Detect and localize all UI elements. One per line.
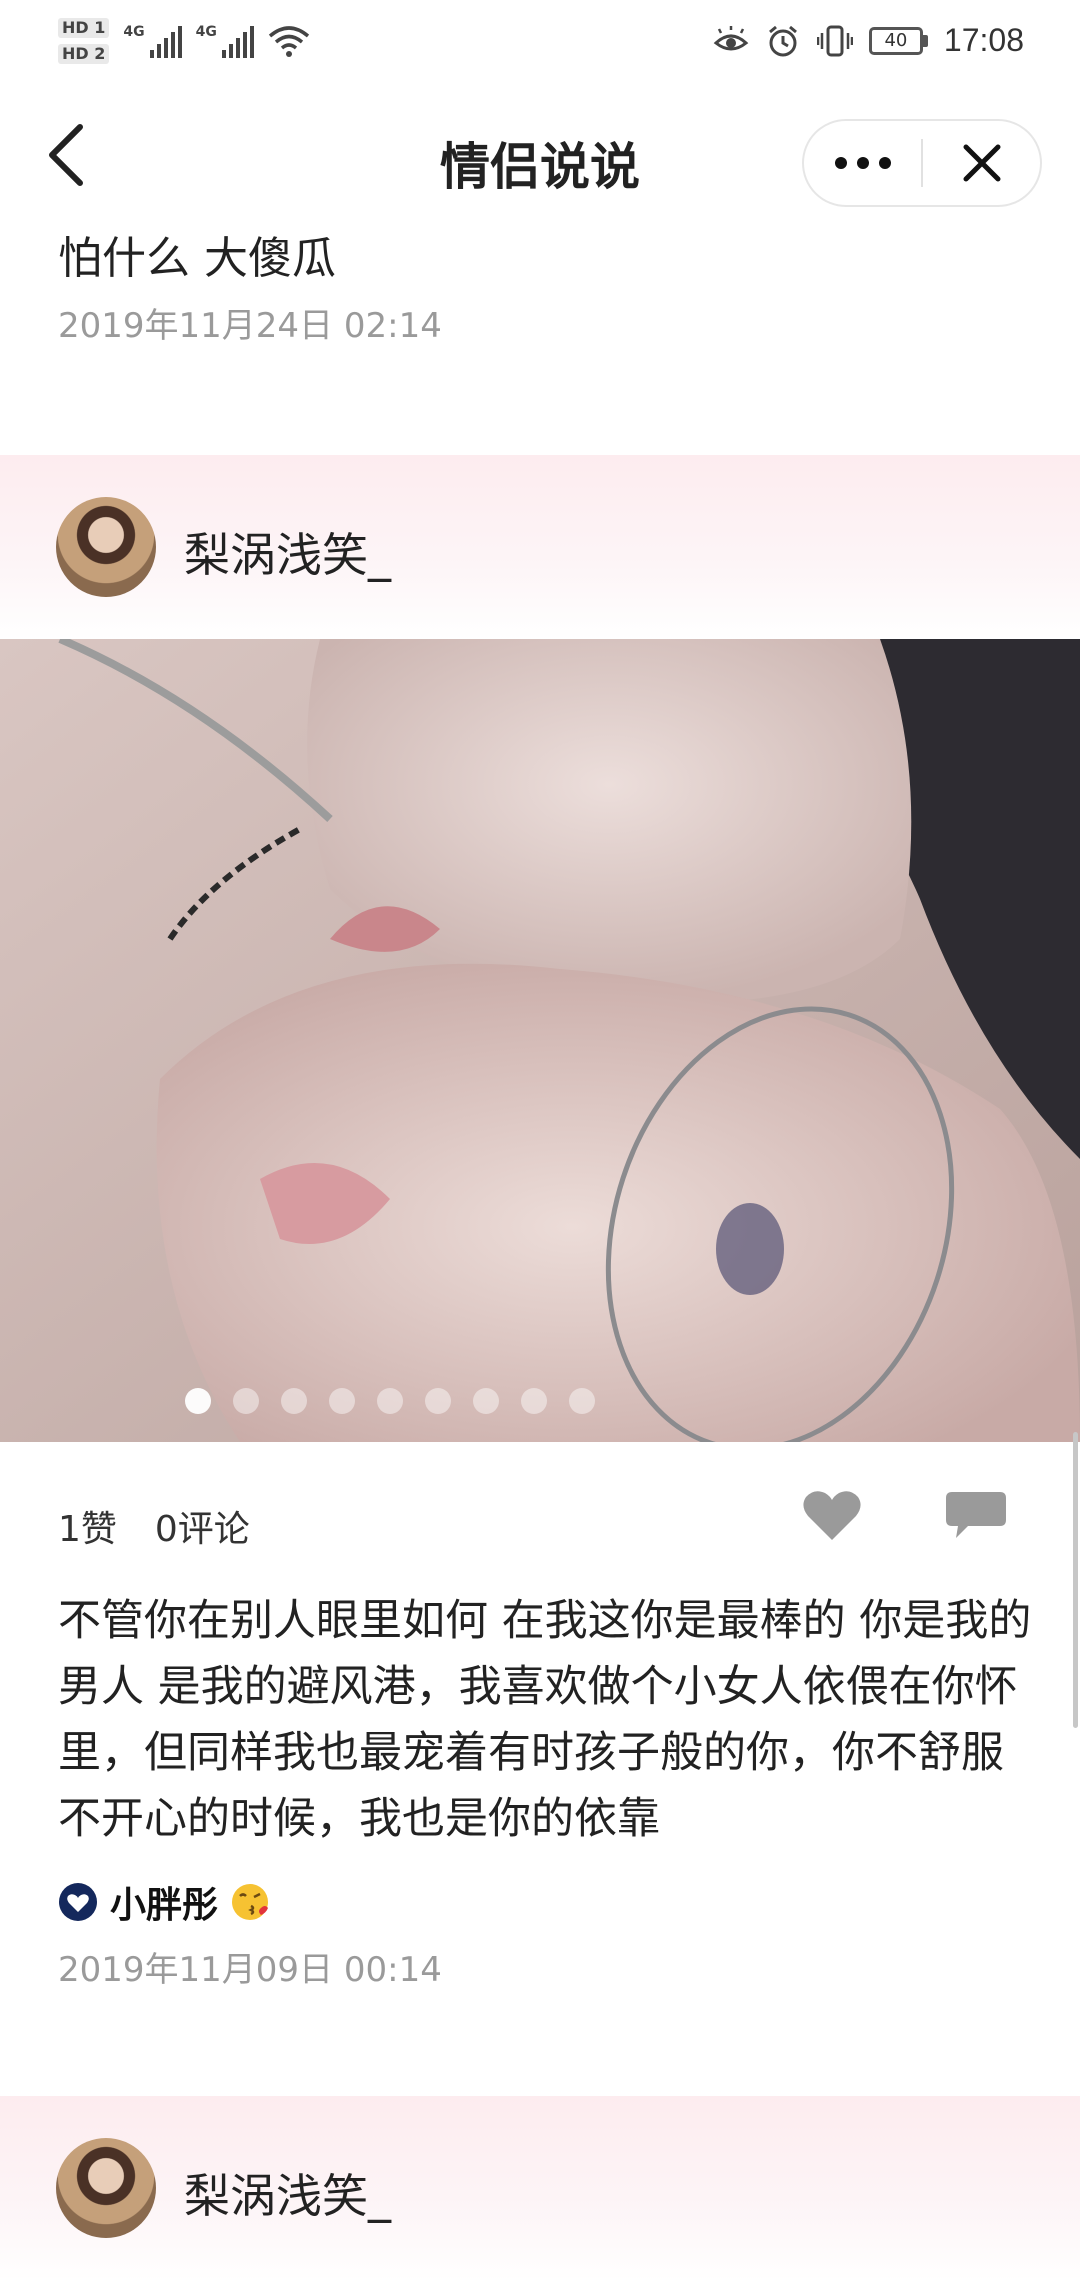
pager-dot[interactable] (521, 1388, 547, 1414)
heart-icon (803, 1491, 861, 1540)
pager-dot[interactable] (329, 1388, 355, 1414)
pager-dot[interactable] (569, 1388, 595, 1414)
more-button[interactable] (804, 121, 921, 205)
status-bar: HD 1 HD 2 4G 4G 40 17:08 (0, 0, 1080, 95)
comment-count: 0评论 (154, 1509, 250, 1550)
post-photo[interactable] (0, 639, 1080, 1442)
liked-heart-icon (59, 1883, 97, 1921)
carousel-pager (0, 1388, 930, 1414)
close-icon (963, 144, 1000, 182)
prev-post-date: 2019年11月24日 02:14 (58, 306, 442, 346)
more-dots-icon (834, 157, 891, 169)
liked-by: 小胖彤 (58, 1876, 270, 1928)
avatar[interactable] (56, 2138, 156, 2238)
pager-dot[interactable] (233, 1388, 259, 1414)
post-text: 不管你在别人眼里如何 在我这你是最棒的 你是我的男人 是我的避风港，我喜欢做个小… (58, 1596, 1032, 1844)
sim-indicators: HD 1 HD 2 (58, 18, 110, 64)
author-name[interactable]: 梨涡浅笑_ (184, 2160, 391, 2226)
signal-1-icon: 4G (123, 24, 182, 58)
alarm-icon (768, 25, 797, 56)
comment-button[interactable] (944, 1486, 1008, 1544)
battery-icon: 40 (868, 26, 928, 55)
pager-dot[interactable] (281, 1388, 307, 1414)
avatar[interactable] (56, 497, 156, 597)
wifi-icon (268, 26, 309, 57)
eye-comfort-icon (713, 25, 749, 50)
scrollbar[interactable] (1073, 1432, 1078, 1728)
status-right: 40 17:08 (713, 22, 1024, 59)
close-button[interactable] (923, 121, 1040, 205)
sim2-label: HD 2 (58, 44, 110, 64)
post-date: 2019年11月09日 00:14 (58, 1950, 442, 1990)
post-stats: 1赞 0评论 (58, 1500, 250, 1552)
clock: 17:08 (943, 22, 1024, 58)
pager-dot[interactable] (377, 1388, 403, 1414)
kiss-emoji-icon (232, 1884, 269, 1920)
pager-dot[interactable] (473, 1388, 499, 1414)
vibrate-icon (816, 25, 853, 56)
pager-dot[interactable] (425, 1388, 451, 1414)
like-count: 1赞 (58, 1509, 117, 1550)
liker-name[interactable]: 小胖彤 (110, 1876, 218, 1928)
next-post-header[interactable]: 梨涡浅笑_ (0, 2096, 1080, 2280)
pager-dot[interactable] (185, 1388, 211, 1414)
prev-post-text: 怕什么 大傻瓜 (58, 233, 336, 284)
mini-program-capsule (802, 119, 1042, 207)
page: HD 1 HD 2 4G 4G 40 17:08 情侣说说 怕什么 大傻瓜 20… (0, 0, 1080, 2280)
photo-image (0, 639, 1080, 1442)
nav-bar: 情侣说说 (0, 95, 1080, 225)
like-button[interactable] (800, 1486, 864, 1544)
status-left: HD 1 HD 2 4G 4G (58, 18, 310, 64)
author-name[interactable]: 梨涡浅笑_ (184, 519, 391, 585)
sim1-label: HD 1 (58, 18, 110, 38)
comment-bubble-icon (946, 1492, 1006, 1538)
post-header[interactable]: 梨涡浅笑_ (0, 455, 1080, 640)
signal-2-icon: 4G (196, 24, 254, 58)
